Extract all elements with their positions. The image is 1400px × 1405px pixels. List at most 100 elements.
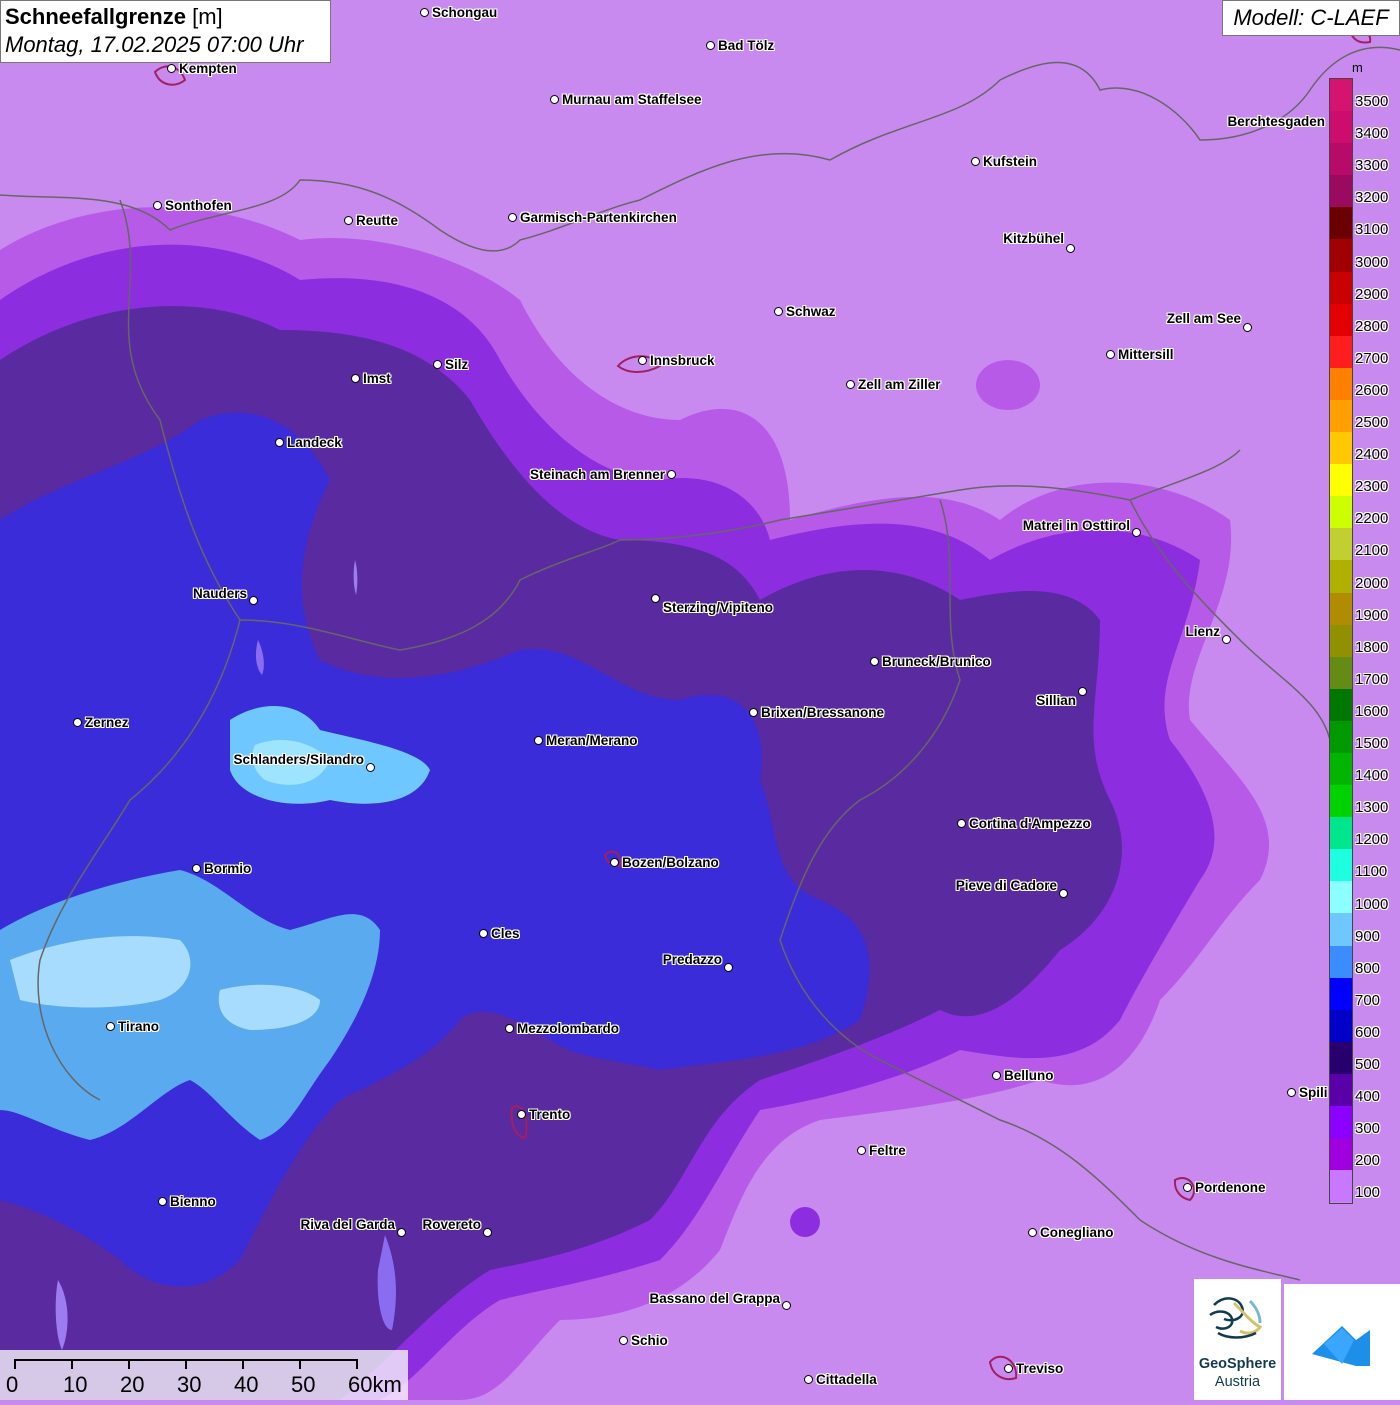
city-label: Pieve di Cadore <box>955 878 1057 893</box>
city-label: Bienno <box>170 1194 216 1209</box>
legend-cell <box>1330 207 1352 240</box>
app-logo[interactable] <box>1284 1284 1400 1400</box>
legend-tick-label: 600 <box>1355 1023 1381 1041</box>
legend-tick-label: 1700 <box>1355 670 1389 688</box>
legend-tick-label: 1200 <box>1355 831 1389 849</box>
legend-tick-label: 1500 <box>1355 735 1389 752</box>
app-arrow-icon <box>1312 1326 1370 1366</box>
city-label: Schongau <box>432 5 498 20</box>
legend-tick-label: 2700 <box>1355 349 1389 367</box>
city-dot-icon <box>774 307 783 316</box>
legend-cell <box>1330 592 1352 625</box>
city-label: Zernez <box>85 715 129 730</box>
scale-tick-label: 60km <box>348 1372 402 1397</box>
city-dot-icon <box>433 360 442 369</box>
map-zone-spot-2 <box>790 1207 820 1237</box>
city-dot-icon <box>192 864 201 873</box>
scale-tick <box>185 1359 187 1369</box>
geosphere-subname: Austria <box>1214 1374 1261 1390</box>
city-label: Steinach am Brenner <box>529 467 665 482</box>
city-label: Schlanders/Silandro <box>233 752 364 767</box>
legend-cell <box>1330 399 1352 433</box>
legend-cell <box>1330 175 1352 208</box>
legend-cell <box>1330 432 1352 465</box>
legend-cell <box>1330 1138 1352 1171</box>
legend-cell <box>1330 624 1352 657</box>
geosphere-logo[interactable]: GeoSphere Austria <box>1194 1279 1281 1400</box>
legend-cell <box>1330 977 1352 1010</box>
legend-tick-label: 2200 <box>1355 510 1389 528</box>
map-title-box: Schneefallgrenze [m] Montag, 17.02.2025 … <box>0 0 331 63</box>
legend-tick-label: 3400 <box>1355 125 1389 143</box>
city-label: Nauders <box>192 586 247 601</box>
city-label: Mittersill <box>1118 347 1174 362</box>
city-dot-icon <box>106 1022 115 1031</box>
city-dot-icon <box>167 64 176 73</box>
scale-tick-label: 20 <box>120 1372 145 1397</box>
legend-cell <box>1330 239 1352 272</box>
city-label: Berchtesgaden <box>1227 114 1325 129</box>
legend-cell <box>1330 496 1352 529</box>
legend-tick-label: 3300 <box>1355 157 1389 175</box>
city-label: Cles <box>491 926 520 941</box>
legend-cell <box>1330 464 1352 497</box>
city-dot-icon <box>397 1228 406 1237</box>
legend-cell <box>1330 881 1352 914</box>
city-label: Belluno <box>1004 1068 1054 1083</box>
legend-tick-label: 2600 <box>1355 381 1389 399</box>
legend-cell <box>1330 785 1352 818</box>
city-label: Sillian <box>1036 693 1076 708</box>
legend-cell <box>1330 143 1352 176</box>
city-label: Treviso <box>1016 1361 1064 1376</box>
legend-tick-label: 2400 <box>1355 446 1389 464</box>
city-label: Brixen/Bressanone <box>761 705 885 720</box>
legend-tick-label: 2000 <box>1355 574 1389 592</box>
city-dot-icon <box>971 157 980 166</box>
legend-cell <box>1330 817 1352 850</box>
legend-tick-label: 3000 <box>1355 253 1389 271</box>
city-label: Pordenone <box>1195 1180 1266 1195</box>
city-label: Kempten <box>179 61 237 76</box>
legend-tick-label: 2800 <box>1355 317 1389 335</box>
scale-tick <box>242 1359 244 1369</box>
city-label: Tirano <box>118 1019 160 1034</box>
scale-tick <box>71 1359 73 1369</box>
legend-tick-label: 300 <box>1355 1120 1381 1138</box>
legend-tick-label: 2300 <box>1355 478 1389 496</box>
legend-tick-label: 700 <box>1355 991 1381 1009</box>
map-title-main: Schneefallgrenze <box>5 4 186 29</box>
scale-tick <box>128 1359 130 1369</box>
legend-tick-label: 1400 <box>1355 767 1389 785</box>
city-label: Imst <box>363 371 391 386</box>
legend-cell <box>1330 111 1352 144</box>
scale-tick-label: 40 <box>234 1372 259 1397</box>
legend-cell <box>1330 528 1352 561</box>
city-dot-icon <box>1287 1088 1296 1097</box>
city-label: Sterzing/Vipiteno <box>663 600 774 615</box>
city-dot-icon <box>1243 323 1252 332</box>
city-dot-icon <box>550 95 559 104</box>
city-label: Zell am Ziller <box>858 377 941 392</box>
city-label: Cortina d'Ampezzo <box>969 816 1091 831</box>
legend-cell <box>1330 335 1352 368</box>
legend-cell <box>1330 913 1352 946</box>
city-dot-icon <box>1132 528 1141 537</box>
city-label: Trento <box>529 1107 571 1122</box>
legend-cell <box>1330 1106 1352 1139</box>
city-dot-icon <box>508 213 517 222</box>
city-dot-icon <box>1222 635 1231 644</box>
city-dot-icon <box>351 374 360 383</box>
legend-tick-label: 2100 <box>1355 542 1389 560</box>
legend-tick-label: 900 <box>1355 927 1381 945</box>
city-label: Murnau am Staffelsee <box>562 92 702 107</box>
legend-tick-label: 100 <box>1355 1184 1381 1202</box>
legend-tick-label: 1000 <box>1355 895 1389 913</box>
city-label: Kufstein <box>983 154 1037 169</box>
geosphere-name: GeoSphere <box>1198 1356 1277 1372</box>
city-dot-icon <box>479 929 488 938</box>
city-label: Lienz <box>1185 624 1220 639</box>
scale-tick <box>356 1359 358 1369</box>
legend-tick-label: 3500 <box>1355 93 1389 110</box>
scale-tick-label: 0 <box>6 1372 19 1397</box>
legend-cell <box>1330 1073 1352 1106</box>
